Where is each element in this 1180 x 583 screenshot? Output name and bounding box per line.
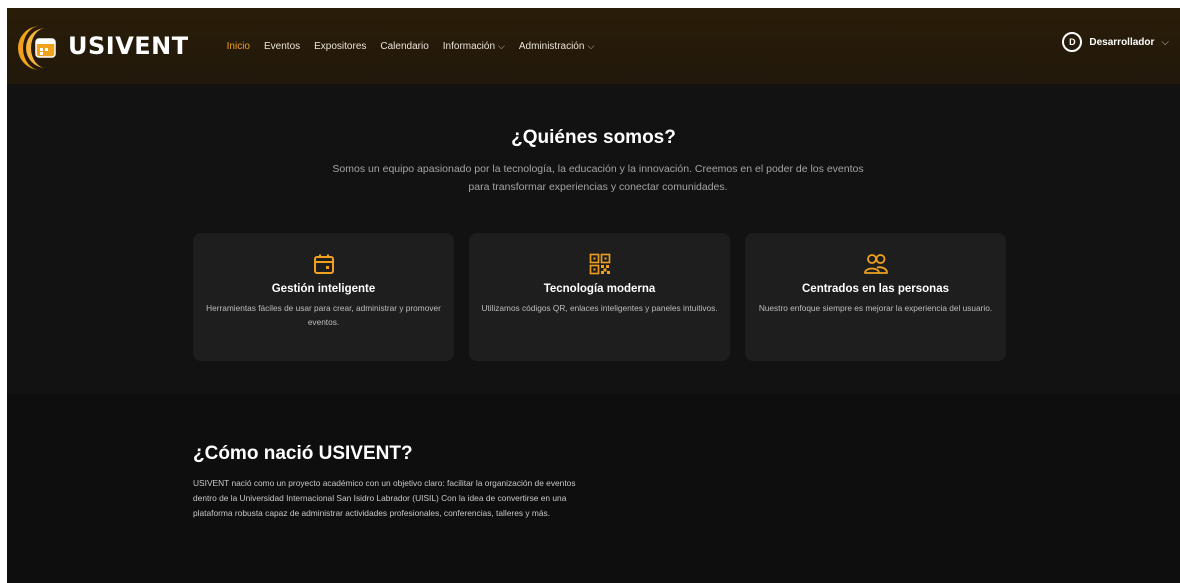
nav-item-informacion[interactable]: Información ⌵ — [443, 41, 505, 52]
about-description: Somos un equipo apasionado por la tecnol… — [332, 163, 864, 193]
nav-item-expositores[interactable]: Expositores — [314, 41, 366, 52]
feature-cards: Gestión inteligente Herramientas fáciles… — [193, 233, 1006, 361]
feature-card: Gestión inteligente Herramientas fáciles… — [193, 233, 454, 361]
chevron-down-icon: ⌵ — [1161, 36, 1169, 48]
user-name: Desarrollador — [1089, 36, 1155, 48]
avatar: D — [1062, 32, 1083, 52]
feature-card-title: Gestión inteligente — [271, 283, 376, 295]
qr-code-icon — [588, 252, 612, 276]
nav-item-label: Información — [442, 40, 496, 52]
feature-card-description: Nuestro enfoque siempre es mejorar la ex… — [758, 303, 993, 313]
about-section: ¿Quiénes somos? Somos un equipo apasiona… — [7, 84, 1180, 394]
nav-item-eventos[interactable]: Eventos — [264, 41, 300, 52]
feature-card-description: Herramientas fáciles de usar para crear,… — [206, 303, 441, 327]
about-title: ¿Quiénes somos? — [511, 127, 676, 148]
calendar-icon — [312, 252, 336, 276]
logo-icon — [16, 24, 60, 70]
nav-item-label: Eventos — [264, 40, 301, 52]
nav-item-inicio[interactable]: Inicio — [227, 41, 250, 52]
feature-card: Centrados en las personas Nuestro enfoqu… — [745, 233, 1006, 361]
nav-item-label: Calendario — [380, 40, 429, 52]
nav-item-label: Expositores — [314, 40, 367, 52]
user-menu[interactable]: D Desarrollador ⌵ — [1062, 32, 1169, 52]
users-icon — [863, 252, 888, 276]
app-frame: USIVENT Inicio Eventos Expositores Calen… — [7, 8, 1180, 583]
feature-card-description: Utilizamos códigos QR, enlaces inteligen… — [481, 303, 718, 313]
brand-name: USIVENT — [68, 32, 189, 60]
navbar: USIVENT Inicio Eventos Expositores Calen… — [7, 8, 1180, 84]
history-section: ¿Cómo nació USIVENT? USIVENT nació como … — [7, 394, 1180, 583]
feature-card-title: Tecnología moderna — [543, 283, 656, 295]
chevron-down-icon: ⌵ — [587, 40, 595, 51]
nav-item-administracion[interactable]: Administración ⌵ — [519, 41, 594, 52]
feature-card: Tecnología moderna Utilizamos códigos QR… — [469, 233, 730, 361]
main-nav: Inicio Eventos Expositores Calendario In… — [227, 41, 595, 52]
history-title: ¿Cómo nació USIVENT? — [193, 443, 413, 464]
nav-item-label: Inicio — [226, 40, 250, 52]
chevron-down-icon: ⌵ — [498, 40, 505, 51]
nav-item-label: Administración — [518, 40, 585, 52]
history-text: USIVENT nació como un proyecto académico… — [193, 478, 576, 518]
logo[interactable]: USIVENT — [16, 24, 189, 70]
feature-card-title: Centrados en las personas — [802, 283, 949, 295]
nav-item-calendario[interactable]: Calendario — [380, 41, 428, 52]
